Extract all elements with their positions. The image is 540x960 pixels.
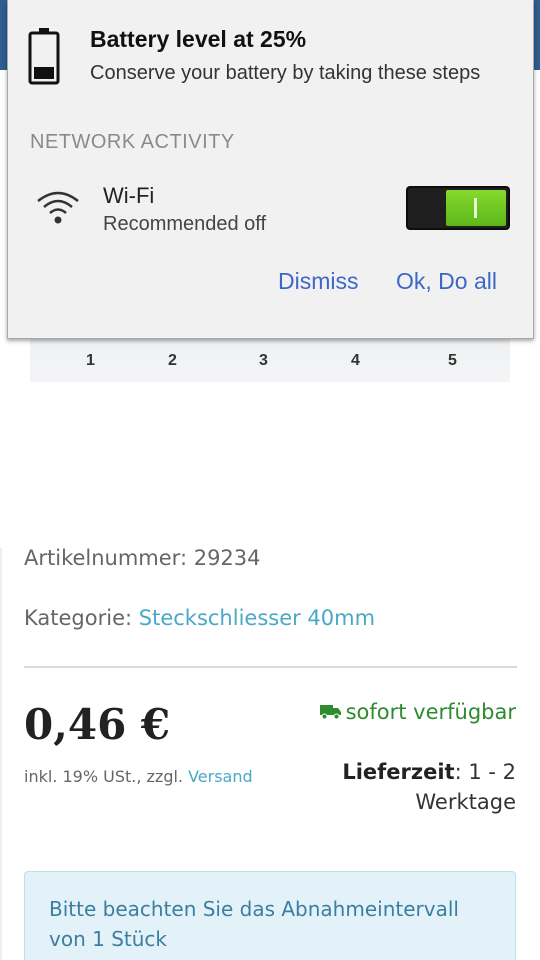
category-prefix: Kategorie: — [24, 606, 139, 630]
dialog-subtitle: Conserve your battery by taking these st… — [90, 62, 481, 84]
stock-text: sofort verfügbar — [345, 700, 516, 724]
section-header: NETWORK ACTIVITY — [30, 131, 235, 153]
product-image-label: 1 — [86, 352, 95, 369]
product-image-label: 3 — [259, 352, 268, 369]
tax-text: inkl. 19% USt., zzgl. — [24, 767, 189, 786]
delivery-time: Lieferzeit: 1 - 2 Werktage — [316, 757, 516, 817]
wifi-icon — [37, 191, 79, 224]
product-image-label: 4 — [351, 352, 360, 369]
truck-icon — [319, 698, 342, 720]
dismiss-button[interactable]: Dismiss — [278, 268, 359, 295]
wifi-toggle[interactable] — [406, 186, 510, 230]
battery-icon — [28, 28, 60, 85]
ok-do-all-button[interactable]: Ok, Do all — [396, 268, 497, 295]
wifi-label: Wi-Fi — [103, 183, 155, 208]
shipping-link[interactable]: Versand — [188, 767, 253, 786]
tax-note: inkl. 19% USt., zzgl. Versand — [24, 767, 253, 786]
category-link[interactable]: Steckschliesser 40mm — [139, 606, 375, 630]
order-interval-notice: Bitte beachten Sie das Abnahmeintervall … — [24, 871, 516, 960]
dialog-title: Battery level at 25% — [90, 26, 307, 52]
screen: 1 2 3 4 5 Artikelnummer: 29234 Kategorie… — [0, 0, 540, 960]
article-number: Artikelnummer: 29234 — [24, 546, 261, 570]
wifi-recommendation: Recommended off — [103, 213, 267, 235]
content-border — [0, 548, 2, 960]
category: Kategorie: Steckschliesser 40mm — [24, 606, 375, 630]
toggle-knob — [446, 190, 506, 226]
product-image-label: 2 — [168, 352, 177, 369]
delivery-label: Lieferzeit — [342, 760, 455, 784]
stock-status: sofort verfügbar — [316, 697, 516, 727]
product-image-label: 5 — [448, 352, 457, 369]
battery-dialog: Battery level at 25% Conserve your batte… — [7, 0, 534, 339]
price: 0,46 € — [24, 700, 171, 749]
divider — [24, 666, 517, 668]
